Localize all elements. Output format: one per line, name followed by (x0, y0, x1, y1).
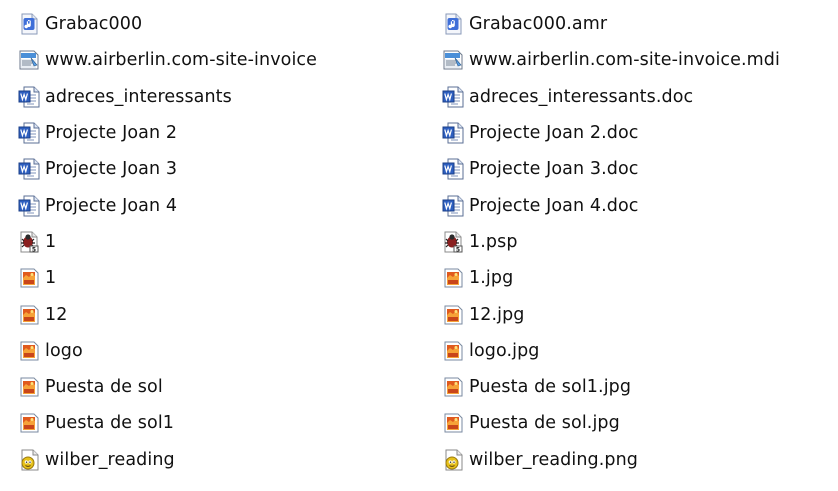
file-name: Puesta de sol1.jpg (469, 377, 632, 398)
psp-bug-file-icon: 5 (18, 231, 40, 253)
file-name: Projecte Joan 3 (45, 159, 178, 180)
file-item[interactable]: Projecte Joan 2 (18, 115, 317, 151)
word-document-icon (442, 86, 464, 108)
file-item[interactable]: Grabac000.amr (442, 6, 780, 42)
file-item[interactable]: 51 (18, 224, 317, 260)
file-name: Projecte Joan 4 (45, 195, 178, 216)
word-document-icon (18, 86, 40, 108)
jpg-image-file-icon (442, 376, 464, 398)
file-name: logo (45, 340, 83, 361)
file-item[interactable]: logo (18, 333, 317, 369)
file-item[interactable]: wilber_reading (18, 442, 317, 478)
file-name: Projecte Joan 3.doc (469, 159, 639, 180)
file-name: adreces_interessants.doc (469, 86, 694, 107)
file-item[interactable]: Puesta de sol1.jpg (442, 369, 780, 405)
jpg-image-file-icon (442, 304, 464, 326)
file-name: 12 (45, 304, 68, 325)
jpg-image-file-icon (442, 267, 464, 289)
file-name: Puesta de sol.jpg (469, 413, 620, 434)
file-item[interactable]: Projecte Joan 3.doc (442, 151, 780, 187)
file-item[interactable]: adreces_interessants.doc (442, 79, 780, 115)
word-document-icon (18, 195, 40, 217)
file-item[interactable]: logo.jpg (442, 333, 780, 369)
word-document-icon (442, 122, 464, 144)
file-item[interactable]: wilber_reading.png (442, 442, 780, 478)
file-name: Projecte Joan 2 (45, 123, 178, 144)
file-item[interactable]: Projecte Joan 2.doc (442, 115, 780, 151)
file-item[interactable]: adreces_interessants (18, 79, 317, 115)
file-name: 1.psp (469, 231, 518, 252)
jpg-image-file-icon (18, 340, 40, 362)
file-list: Grabac000.amr www.airberlin.com-site-invo… (442, 6, 780, 478)
file-item[interactable]: 12.jpg (442, 296, 780, 332)
file-list: Grabac000 www.airberlin.com-site-invoice a… (18, 6, 317, 478)
mdi-document-file-icon (18, 49, 40, 71)
jpg-image-file-icon (18, 267, 40, 289)
file-name: www.airberlin.com-site-invoice.mdi (469, 50, 780, 71)
word-document-icon (442, 195, 464, 217)
file-name: Puesta de sol1 (45, 413, 175, 434)
right-file-list-panel: Grabac000.amr www.airberlin.com-site-invo… (428, 6, 838, 491)
file-name: wilber_reading.png (469, 449, 638, 470)
file-item[interactable]: 1 (18, 260, 317, 296)
file-item[interactable]: Projecte Joan 4.doc (442, 187, 780, 223)
mdi-document-file-icon (442, 49, 464, 71)
jpg-image-file-icon (442, 340, 464, 362)
file-name: Projecte Joan 4.doc (469, 195, 639, 216)
file-name: Projecte Joan 2.doc (469, 123, 639, 144)
file-name: 1.jpg (469, 268, 514, 289)
psp-bug-file-icon: 5 (442, 231, 464, 253)
png-image-file-icon (442, 449, 464, 471)
file-name: adreces_interessants (45, 86, 232, 107)
file-name: Grabac000.amr (469, 14, 608, 35)
jpg-image-file-icon (18, 304, 40, 326)
file-name: wilber_reading (45, 449, 175, 470)
file-item[interactable]: www.airberlin.com-site-invoice (18, 42, 317, 78)
file-item[interactable]: Puesta de sol (18, 369, 317, 405)
word-document-icon (18, 122, 40, 144)
file-name: www.airberlin.com-site-invoice (45, 50, 318, 71)
file-name: 1 (45, 231, 57, 252)
file-name: Puesta de sol (45, 377, 163, 398)
file-name: 12.jpg (469, 304, 525, 325)
svg-text:5: 5 (456, 246, 460, 253)
file-item[interactable]: Puesta de sol.jpg (442, 405, 780, 441)
file-item[interactable]: 5 1.psp (442, 224, 780, 260)
word-document-icon (442, 158, 464, 180)
left-file-list-panel: Grabac000 www.airberlin.com-site-invoice a… (0, 0, 410, 491)
word-document-icon (18, 158, 40, 180)
file-name: 1 (45, 268, 57, 289)
amr-audio-file-icon (18, 13, 40, 35)
file-item[interactable]: Projecte Joan 3 (18, 151, 317, 187)
file-item[interactable]: www.airberlin.com-site-invoice.mdi (442, 42, 780, 78)
amr-audio-file-icon (442, 13, 464, 35)
svg-text:5: 5 (32, 246, 36, 253)
jpg-image-file-icon (18, 376, 40, 398)
file-item[interactable]: Puesta de sol1 (18, 405, 317, 441)
file-item[interactable]: 12 (18, 296, 317, 332)
file-name: logo.jpg (469, 340, 540, 361)
file-name: Grabac000 (45, 14, 143, 35)
file-item[interactable]: Grabac000 (18, 6, 317, 42)
file-item[interactable]: 1.jpg (442, 260, 780, 296)
jpg-image-file-icon (442, 412, 464, 434)
png-image-file-icon (18, 449, 40, 471)
file-item[interactable]: Projecte Joan 4 (18, 187, 317, 223)
jpg-image-file-icon (18, 412, 40, 434)
